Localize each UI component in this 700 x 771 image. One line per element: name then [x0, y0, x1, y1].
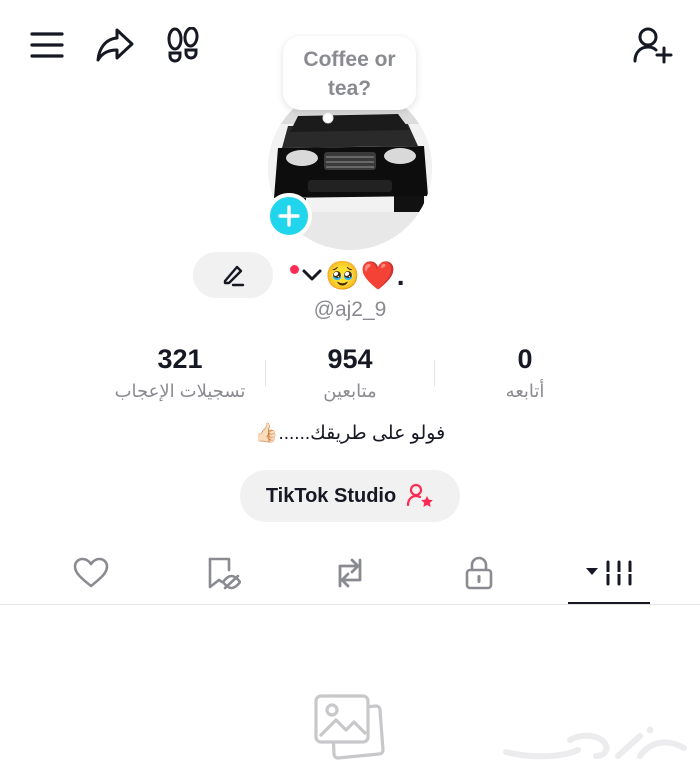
profile-bio: فولو على طريقك......👍🏻: [254, 423, 446, 444]
tab-private[interactable]: [449, 548, 509, 598]
bookmark-hidden-icon: [205, 556, 241, 590]
footprints-icon[interactable]: [158, 20, 208, 70]
status-bubble[interactable]: Coffee or tea?: [283, 36, 416, 110]
username: @aj2_9: [313, 298, 387, 321]
following-count: 0: [517, 344, 533, 374]
lock-icon: [464, 556, 494, 590]
tabs-divider: [0, 604, 700, 605]
hamburger-menu-icon[interactable]: [22, 22, 72, 68]
bubble-line-2: tea?: [327, 77, 372, 100]
site-watermark-logo: [500, 722, 690, 766]
tab-videos[interactable]: [578, 548, 638, 598]
add-user-icon[interactable]: [626, 20, 680, 70]
stat-following[interactable]: 0 أتابعه: [425, 342, 625, 404]
display-name: 🥹❤️.: [325, 259, 406, 291]
stat-followers[interactable]: 954 متابعين: [250, 342, 450, 404]
repost-icon: [332, 556, 368, 590]
studio-label: TikTok Studio: [265, 484, 397, 507]
following-label: أتابعه: [505, 381, 545, 401]
followers-count: 954: [327, 344, 373, 374]
likes-count: 321: [157, 344, 203, 374]
tab-liked[interactable]: [61, 548, 121, 598]
add-story-plus-icon[interactable]: [266, 193, 312, 239]
followers-label: متابعين: [323, 381, 377, 401]
photos-empty-icon: [310, 692, 390, 764]
tab-favorites[interactable]: [193, 548, 253, 598]
edit-profile-button[interactable]: [193, 252, 273, 298]
videos-grid-icon: [582, 558, 634, 588]
heart-icon: [73, 557, 109, 589]
tab-reposts[interactable]: [320, 548, 380, 598]
creator-star-icon: [406, 483, 434, 509]
chevron-down-icon[interactable]: [301, 267, 323, 283]
share-arrow-icon[interactable]: [90, 20, 140, 70]
notification-dot: [290, 264, 299, 274]
stat-likes[interactable]: 321 تسجيلات الإعجاب: [80, 342, 280, 404]
bubble-tail-dots: [318, 110, 338, 130]
tiktok-studio-button[interactable]: TikTok Studio: [240, 470, 460, 522]
bubble-line-1: Coffee or: [303, 48, 396, 71]
status-bubble-text: Coffee or tea?: [283, 45, 416, 103]
likes-label: تسجيلات الإعجاب: [114, 381, 246, 401]
display-name-row[interactable]: 🥹❤️.: [290, 255, 406, 295]
